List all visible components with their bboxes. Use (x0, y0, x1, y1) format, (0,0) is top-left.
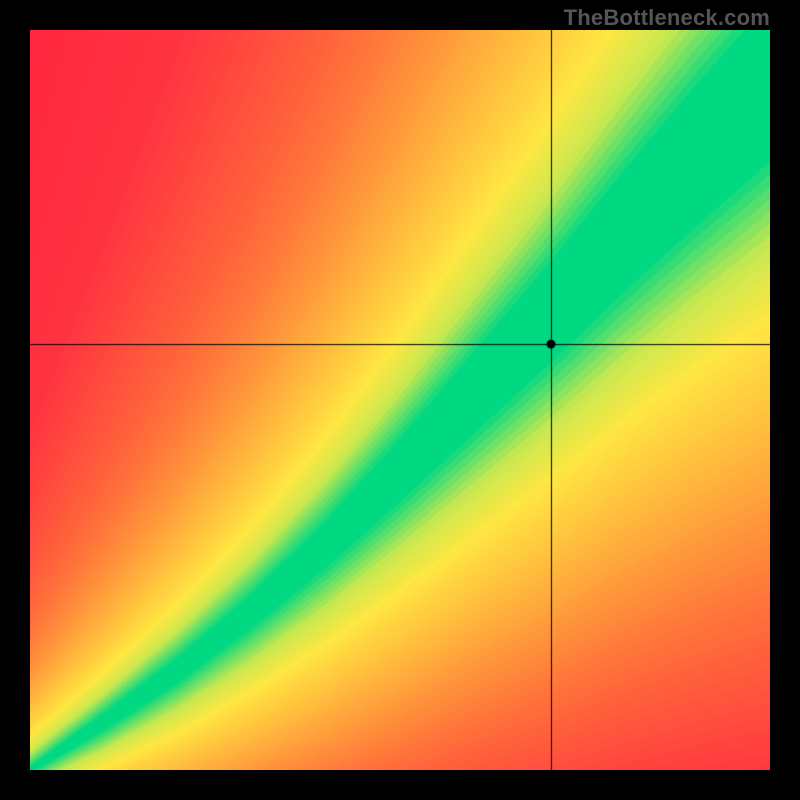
watermark-text: TheBottleneck.com (564, 5, 770, 31)
bottleneck-heatmap (30, 30, 770, 770)
chart-frame: TheBottleneck.com (0, 0, 800, 800)
